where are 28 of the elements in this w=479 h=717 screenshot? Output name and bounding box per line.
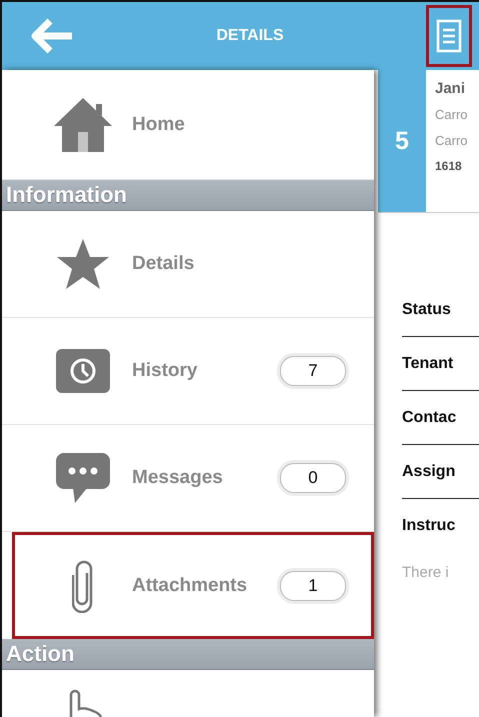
count-badge: 0 — [280, 463, 346, 493]
menu-item[interactable]: History 7 — [2, 318, 374, 425]
field-label: Instruc — [402, 516, 456, 536]
star-icon — [55, 237, 111, 291]
screen-title: DETAILS — [216, 27, 284, 44]
speech-bubble-icon — [55, 452, 111, 504]
field-label: Tenant — [402, 337, 479, 391]
count-badge: 7 — [280, 356, 346, 386]
job-number: 5 — [378, 70, 426, 212]
job-text: Carro — [435, 132, 468, 149]
note-text: There i — [401, 563, 450, 581]
field-label: Assign — [402, 445, 479, 499]
menu-item[interactable]: Attachments 1 — [12, 532, 374, 639]
paperclip-icon — [72, 558, 94, 612]
job-text: 1618 — [435, 158, 463, 175]
clock-icon — [55, 348, 111, 394]
field-label: Status — [402, 283, 479, 337]
job-card[interactable]: 5 Jani Carro Carro 1618 — [378, 70, 479, 213]
section-header: Information — [2, 180, 374, 211]
menu-icon — [436, 19, 462, 53]
job-text: Carro — [435, 106, 468, 123]
menu-button[interactable] — [426, 5, 472, 67]
house-icon — [52, 96, 114, 154]
field-label: Contac — [402, 391, 479, 445]
menu-item[interactable]: Messages 0 — [2, 425, 374, 532]
job-text: Jani — [435, 80, 466, 97]
section-header: Action — [2, 639, 374, 670]
back-arrow-icon[interactable] — [30, 18, 74, 54]
